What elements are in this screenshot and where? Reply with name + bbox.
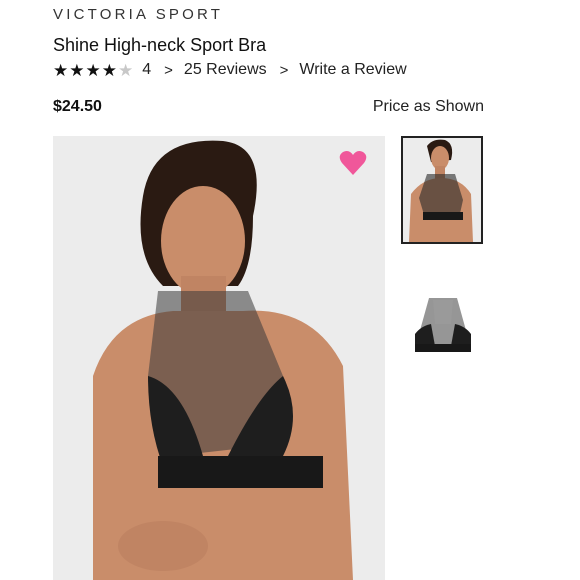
star-icon: ★ (101, 60, 117, 80)
star-empty-icon: ★ (118, 60, 134, 80)
star-icon: ★ (53, 60, 69, 80)
rating-row: ★ ★ ★ ★ ★ 4 > 25 Reviews > Write a Revie… (53, 60, 407, 80)
star-icon: ★ (85, 60, 101, 80)
model-illustration (53, 136, 385, 580)
chevron-right-icon: > (279, 61, 289, 79)
product-title: Shine High-neck Sport Bra (53, 35, 267, 55)
rating-value: 4 (142, 61, 152, 78)
star-rating: ★ ★ ★ ★ ★ (53, 62, 134, 79)
star-icon: ★ (69, 60, 85, 80)
price-note: Price as Shown (372, 98, 484, 115)
chevron-right-icon: > (164, 61, 173, 79)
reviews-link[interactable]: 25 Reviews (184, 61, 267, 79)
thumbnail-product-image (401, 284, 485, 364)
heart-icon[interactable] (339, 150, 367, 176)
brand-name: VICTORIA SPORT (53, 6, 224, 23)
price: $24.50 (53, 98, 102, 115)
thumbnail-model-image (403, 138, 481, 242)
thumbnail-product[interactable] (401, 284, 485, 364)
thumbnail-model[interactable] (401, 136, 483, 244)
write-review-link[interactable]: Write a Review (299, 61, 406, 79)
main-product-image[interactable] (53, 136, 385, 580)
